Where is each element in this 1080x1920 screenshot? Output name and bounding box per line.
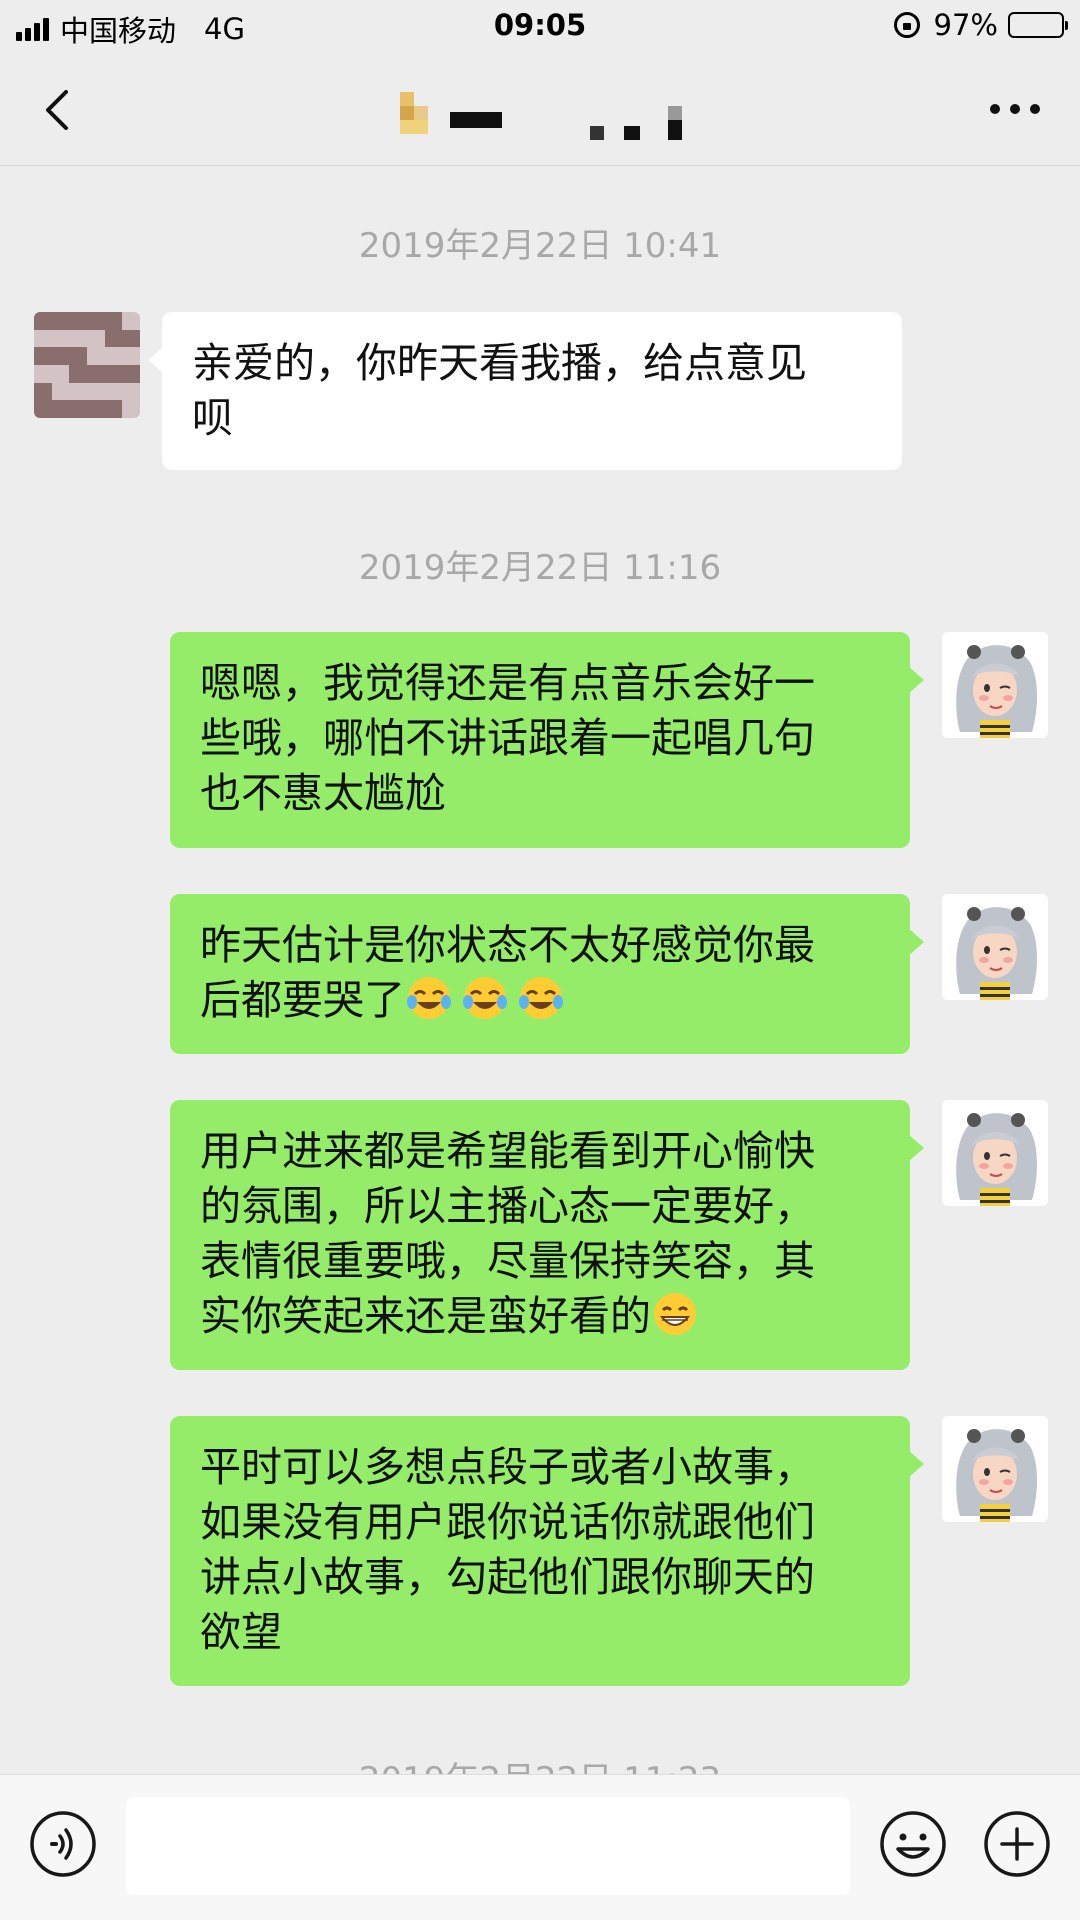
message-text: 实你笑起来还是蛮好看的 <box>200 1292 651 1340</box>
status-bar: 中国移动 4G 09:05 97% <box>0 0 1080 54</box>
message-bubble-outgoing[interactable]: 嗯嗯，我觉得还是有点音乐会好一 些哦，哪怕不讲话跟着一起唱几句 也不惠太尴尬 <box>170 632 924 848</box>
voice-icon[interactable] <box>28 1809 98 1879</box>
girl-avatar-icon <box>942 1416 1048 1522</box>
message-line-with-emoji: 后都要哭了 <box>200 973 880 1028</box>
message-line: 昨天估计是你状态不太好感觉你最 <box>200 921 815 969</box>
girl-avatar-icon <box>942 632 1048 738</box>
nav-bar <box>0 54 1080 166</box>
message-input[interactable] <box>126 1797 850 1895</box>
message-line: 平时可以多想点段子或者小故事， <box>200 1443 815 1491</box>
battery-percent: 97% <box>933 8 998 42</box>
message-timestamp: 2019年2月22日 10:41 <box>358 226 722 266</box>
chat-screen: 中国移动 4G 09:05 97% 2019年2月22日 10:41 亲爱的，你… <box>0 0 1080 1920</box>
girl-avatar-icon <box>942 894 1048 1000</box>
message-line: 讲点小故事，勾起他们跟你聊天的 <box>200 1553 815 1601</box>
message-line-with-emoji: 实你笑起来还是蛮好看的 <box>200 1289 880 1344</box>
contact-name-redacted[interactable] <box>390 82 710 142</box>
message-line: 的氛围，所以主播心态一定要好， <box>200 1182 815 1230</box>
tears-of-joy-emoji <box>519 977 563 1019</box>
my-avatar[interactable] <box>942 1416 1048 1522</box>
message-line: 欲望 <box>200 1608 282 1656</box>
message-text: 后都要哭了 <box>200 976 405 1024</box>
contact-avatar[interactable] <box>34 312 140 418</box>
battery-icon <box>1008 12 1068 38</box>
message-line: 些哦，哪怕不讲话跟着一起唱几句 <box>200 714 815 762</box>
tears-of-joy-emoji <box>407 977 451 1019</box>
tears-of-joy-emoji <box>463 977 507 1019</box>
my-avatar[interactable] <box>942 1100 1048 1206</box>
message-bubble-outgoing[interactable]: 平时可以多想点段子或者小故事， 如果没有用户跟你说话你就跟他们 讲点小故事，勾起… <box>170 1416 924 1686</box>
message-line: 呗 <box>192 394 233 442</box>
message-line: 表情很重要哦，尽量保持笑容，其 <box>200 1237 815 1285</box>
girl-avatar-icon <box>942 1100 1048 1206</box>
message-bubble-incoming[interactable]: 亲爱的，你昨天看我播，给点意见 呗 <box>148 312 902 470</box>
grinning-emoji <box>654 1293 696 1335</box>
message-timestamp: 2019年2月22日 11:16 <box>358 548 722 588</box>
chevron-left-icon[interactable] <box>40 88 80 132</box>
message-line: 嗯嗯，我觉得还是有点音乐会好一 <box>200 659 815 707</box>
status-right: 97% <box>893 8 1068 42</box>
message-bubble-outgoing[interactable]: 用户进来都是希望能看到开心愉快 的氛围，所以主播心态一定要好， 表情很重要哦，尽… <box>170 1100 924 1370</box>
rotation-lock-icon <box>893 12 920 38</box>
message-line: 用户进来都是希望能看到开心愉快 <box>200 1127 815 1175</box>
message-line: 也不惠太尴尬 <box>200 769 446 817</box>
input-bar <box>0 1774 1080 1920</box>
more-horizontal-icon[interactable] <box>990 104 1040 116</box>
plus-icon[interactable] <box>982 1809 1052 1879</box>
message-line: 亲爱的，你昨天看我播，给点意见 <box>192 339 807 387</box>
emoji-icon[interactable] <box>878 1809 948 1879</box>
message-bubble-outgoing[interactable]: 昨天估计是你状态不太好感觉你最 后都要哭了 <box>170 894 924 1054</box>
my-avatar[interactable] <box>942 632 1048 738</box>
my-avatar[interactable] <box>942 894 1048 1000</box>
message-line: 如果没有用户跟你说话你就跟他们 <box>200 1498 815 1546</box>
